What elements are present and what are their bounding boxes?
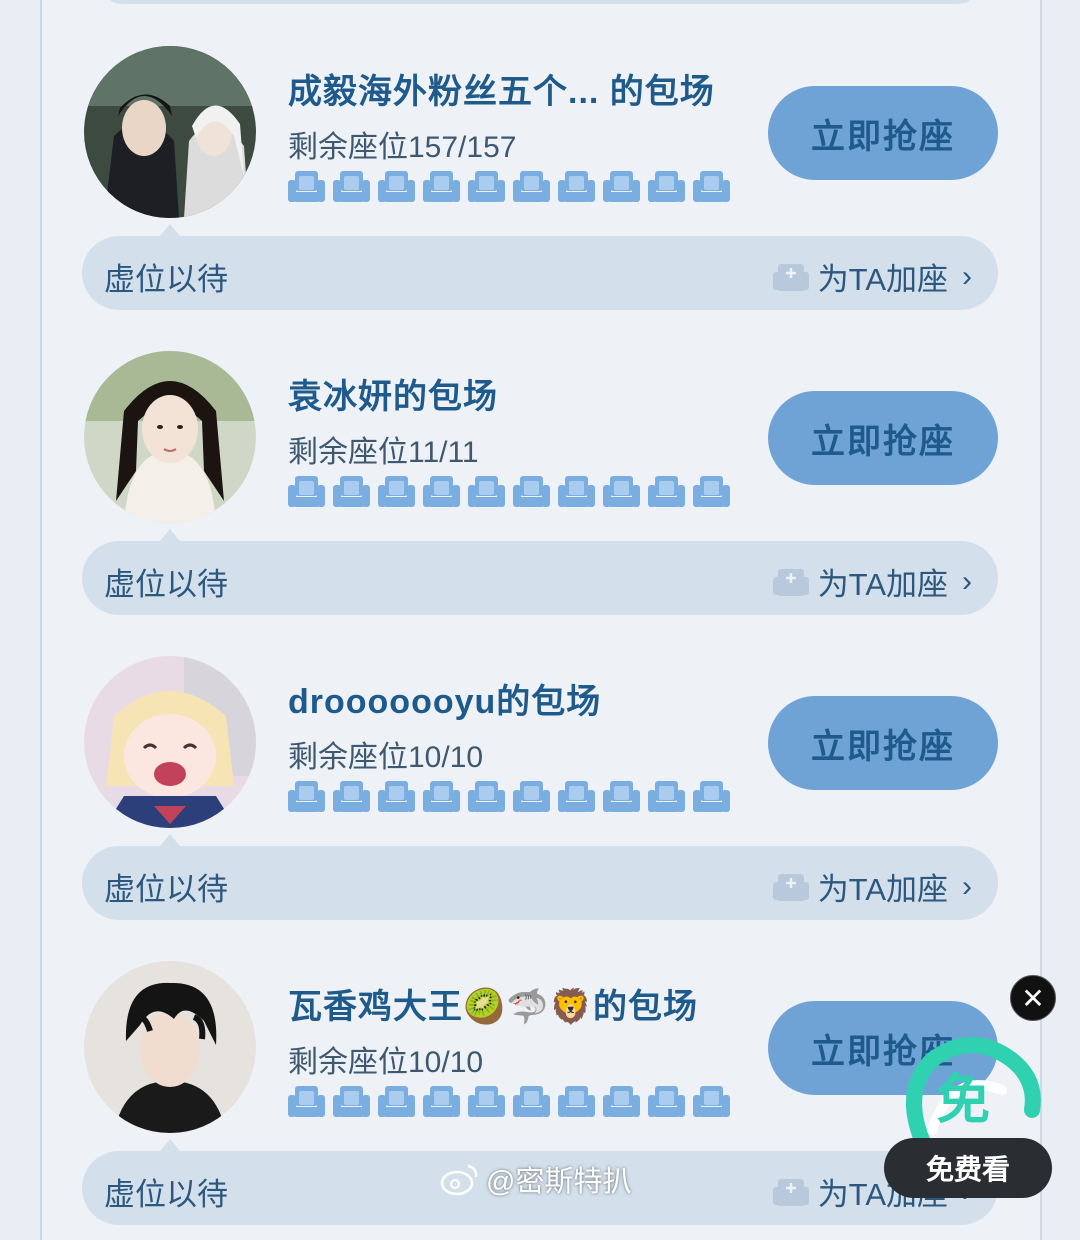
seat-icon (378, 781, 415, 812)
seat-icon (558, 171, 595, 202)
avatar[interactable] (84, 46, 256, 218)
seat-icon (333, 171, 370, 202)
waiting-label: 虚位以待 (104, 1177, 228, 1212)
close-icon[interactable]: ✕ (1010, 975, 1056, 1021)
avatar-pointer (160, 224, 180, 236)
seat-row (288, 1083, 730, 1119)
remaining-seats: 剩余座位10/10 (288, 741, 484, 774)
screening-card: 袁冰妍的包场 剩余座位11/11 立即抢座 虚位以待 为TA加座 › (82, 351, 998, 621)
chevron-right-icon: › (962, 869, 972, 903)
seat-icon (423, 171, 460, 202)
watermark: @密斯特扒 (440, 1158, 631, 1200)
seat-icon (333, 781, 370, 812)
seat-icon (693, 1086, 730, 1117)
chevron-right-icon: › (962, 564, 972, 598)
grab-seat-button[interactable]: 立即抢座 (768, 391, 998, 485)
remaining-seats: 剩余座位11/11 (288, 436, 479, 469)
add-seat-link[interactable]: 为TA加座 › (772, 254, 972, 299)
seat-icon (558, 781, 595, 812)
avatar-image (84, 351, 256, 523)
screening-title: 成毅海外粉丝五个... 的包场 (288, 73, 715, 111)
seat-icon (648, 1086, 685, 1117)
seat-icon (603, 171, 640, 202)
seat-icon (513, 476, 550, 507)
seat-icon (693, 171, 730, 202)
waiting-label: 虚位以待 (104, 262, 228, 297)
seat-icon (513, 1086, 550, 1117)
add-seat-label: 为TA加座 (817, 262, 948, 297)
watermark-text: @密斯特扒 (486, 1166, 632, 1198)
seat-icon (558, 1086, 595, 1117)
seat-icon (378, 476, 415, 507)
seat-icon (648, 781, 685, 812)
seat-icon (423, 476, 460, 507)
screening-card: drooooooyu的包场 剩余座位10/10 立即抢座 虚位以待 为TA加座 … (82, 656, 998, 926)
waiting-bar[interactable]: 虚位以待 为TA加座 › (82, 236, 998, 310)
add-seat-icon (772, 263, 809, 291)
seat-icon (693, 476, 730, 507)
seat-icon (378, 171, 415, 202)
avatar-pointer (160, 834, 180, 846)
seat-icon (468, 1086, 505, 1117)
avatar-image (84, 961, 256, 1133)
screening-title: 袁冰妍的包场 (288, 378, 498, 416)
add-seat-icon (772, 1178, 809, 1206)
avatar-pointer (160, 529, 180, 541)
seat-icon (288, 781, 325, 812)
remaining-seats: 剩余座位10/10 (288, 1046, 484, 1079)
avatar[interactable] (84, 351, 256, 523)
add-seat-icon (772, 568, 809, 596)
waiting-label: 虚位以待 (104, 872, 228, 907)
seat-icon (693, 781, 730, 812)
seat-icon (288, 1086, 325, 1117)
seat-icon (468, 476, 505, 507)
seat-icon (288, 171, 325, 202)
waiting-bar[interactable]: 虚位以待 为TA加座 › (82, 541, 998, 615)
avatar-image (84, 656, 256, 828)
add-seat-label: 为TA加座 (817, 872, 948, 907)
avatar[interactable] (84, 656, 256, 828)
seat-icon (333, 476, 370, 507)
free-watch-logo-icon[interactable]: 免 (902, 1030, 1042, 1150)
screening-title: 瓦香鸡大王🥝🦈🦁的包场 (288, 988, 699, 1026)
add-seat-link[interactable]: 为TA加座 › (772, 864, 972, 909)
weibo-icon (440, 1164, 478, 1196)
seat-row (288, 168, 730, 204)
seat-icon (378, 1086, 415, 1117)
add-seat-label: 为TA加座 (817, 567, 948, 602)
seat-icon (513, 781, 550, 812)
seat-row (288, 778, 730, 814)
seat-icon (603, 476, 640, 507)
waiting-bar[interactable]: 虚位以待 为TA加座 › (82, 846, 998, 920)
seat-icon (423, 1086, 460, 1117)
seat-icon (468, 781, 505, 812)
previous-card-bar (100, 0, 980, 4)
grab-seat-button[interactable]: 立即抢座 (768, 86, 998, 180)
waiting-label: 虚位以待 (104, 567, 228, 602)
seat-icon (648, 476, 685, 507)
seat-icon (648, 171, 685, 202)
seat-row (288, 473, 730, 509)
seat-icon (603, 1086, 640, 1117)
remaining-seats: 剩余座位157/157 (288, 131, 517, 164)
logo-char: 免 (936, 1068, 990, 1131)
avatar-image (84, 46, 256, 218)
add-seat-icon (772, 873, 809, 901)
add-seat-link[interactable]: 为TA加座 › (772, 559, 972, 604)
avatar-pointer (160, 1139, 180, 1151)
free-watch-button[interactable]: 免费看 (884, 1138, 1052, 1198)
seat-icon (288, 476, 325, 507)
seat-icon (513, 171, 550, 202)
seat-icon (333, 1086, 370, 1117)
chevron-right-icon: › (962, 259, 972, 293)
grab-seat-button[interactable]: 立即抢座 (768, 696, 998, 790)
screening-card: 成毅海外粉丝五个... 的包场 剩余座位157/157 立即抢座 虚位以待 为T… (82, 46, 998, 316)
seat-icon (558, 476, 595, 507)
screening-title: drooooooyu的包场 (288, 683, 602, 721)
seat-icon (423, 781, 460, 812)
seat-icon (468, 171, 505, 202)
avatar[interactable] (84, 961, 256, 1133)
seat-icon (603, 781, 640, 812)
